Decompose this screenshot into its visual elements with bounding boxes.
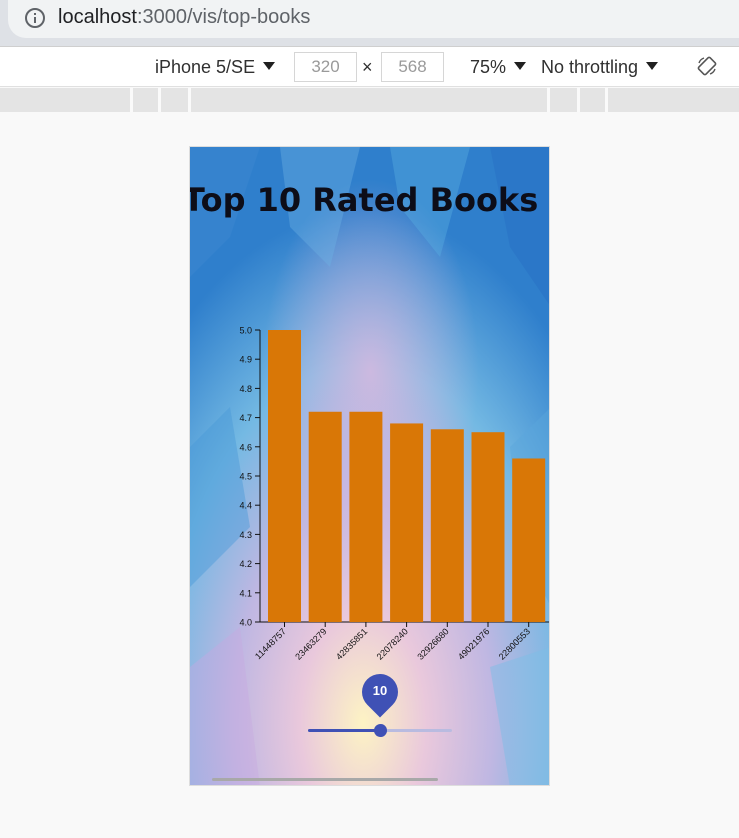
ruler-tick	[188, 88, 191, 112]
bar	[430, 429, 464, 622]
y-tick-label: 4.9	[239, 355, 252, 365]
device-label: iPhone 5/SE	[155, 57, 256, 77]
y-tick-label: 4.2	[239, 559, 252, 569]
info-icon[interactable]	[25, 8, 45, 28]
y-tick-label: 4.4	[239, 501, 252, 511]
url-host: localhost	[58, 6, 137, 28]
y-tick-label: 4.7	[239, 413, 252, 423]
url-text[interactable]: localhost:3000/vis/top-books	[58, 6, 310, 29]
ruler-tick	[158, 88, 161, 112]
x-tick-label: 22078240	[375, 626, 410, 661]
zoom-select[interactable]: 75%	[470, 57, 527, 78]
height-input[interactable]: 568	[381, 52, 444, 82]
slider-value-label: 10	[372, 683, 388, 698]
zoom-label: 75%	[470, 57, 507, 77]
throttling-label: No throttling	[541, 57, 639, 77]
width-input[interactable]: 320	[294, 52, 357, 82]
ruler-tick	[130, 88, 133, 112]
y-tick-label: 4.6	[239, 442, 252, 452]
bar	[390, 423, 424, 622]
device-select[interactable]: iPhone 5/SE	[155, 57, 276, 78]
rotate-icon[interactable]	[697, 56, 717, 76]
bar-chart: 4.0 4.1 4.2 4.3 4.4 4.5 4.6 4.7 4.8 4.9 5.0 1144875…	[239, 326, 549, 662]
ruler-tick	[577, 88, 580, 112]
y-tick-label: 4.5	[239, 472, 252, 482]
y-tick-label: 4.0	[239, 618, 252, 628]
y-tick-label: 4.1	[239, 588, 252, 598]
x-tick-label: 49021976	[456, 626, 491, 661]
url-path: :3000/vis/top-books	[136, 6, 311, 28]
bar	[512, 458, 546, 622]
dimension-separator: ×	[362, 57, 373, 77]
throttling-select[interactable]: No throttling	[541, 57, 659, 78]
x-tick-label: 42835851	[334, 626, 369, 661]
x-tick-label: 23463279	[293, 626, 328, 661]
y-tick-label: 5.0	[239, 326, 252, 336]
device-toolbar: iPhone 5/SE 320 × 568 75% No throttling	[0, 46, 739, 87]
chevron-down-icon	[514, 62, 527, 70]
slider-fill	[308, 729, 380, 732]
x-tick-label: 11448757	[253, 626, 288, 661]
x-tick-label: 22800553	[497, 626, 532, 661]
chevron-down-icon	[646, 62, 659, 70]
bar	[349, 411, 383, 622]
media-query-ruler[interactable]	[0, 88, 739, 112]
x-tick-label: 32926680	[415, 626, 450, 661]
chevron-down-icon	[263, 62, 276, 70]
bar	[268, 330, 301, 622]
browser-address-bar: localhost:3000/vis/top-books	[0, 0, 739, 46]
y-tick-label: 4.3	[239, 530, 252, 540]
bar	[471, 432, 505, 622]
bar	[308, 411, 342, 622]
ruler-tick	[605, 88, 608, 112]
horizontal-scrollbar[interactable]	[212, 778, 438, 781]
device-viewport: Top 10 Rated Books 4.0 4.1 4.2 4.3 4.4 4.5 4.6…	[189, 146, 550, 786]
slider-thumb[interactable]	[373, 724, 387, 737]
y-tick-label: 4.8	[239, 384, 252, 394]
ruler-tick	[547, 88, 550, 112]
